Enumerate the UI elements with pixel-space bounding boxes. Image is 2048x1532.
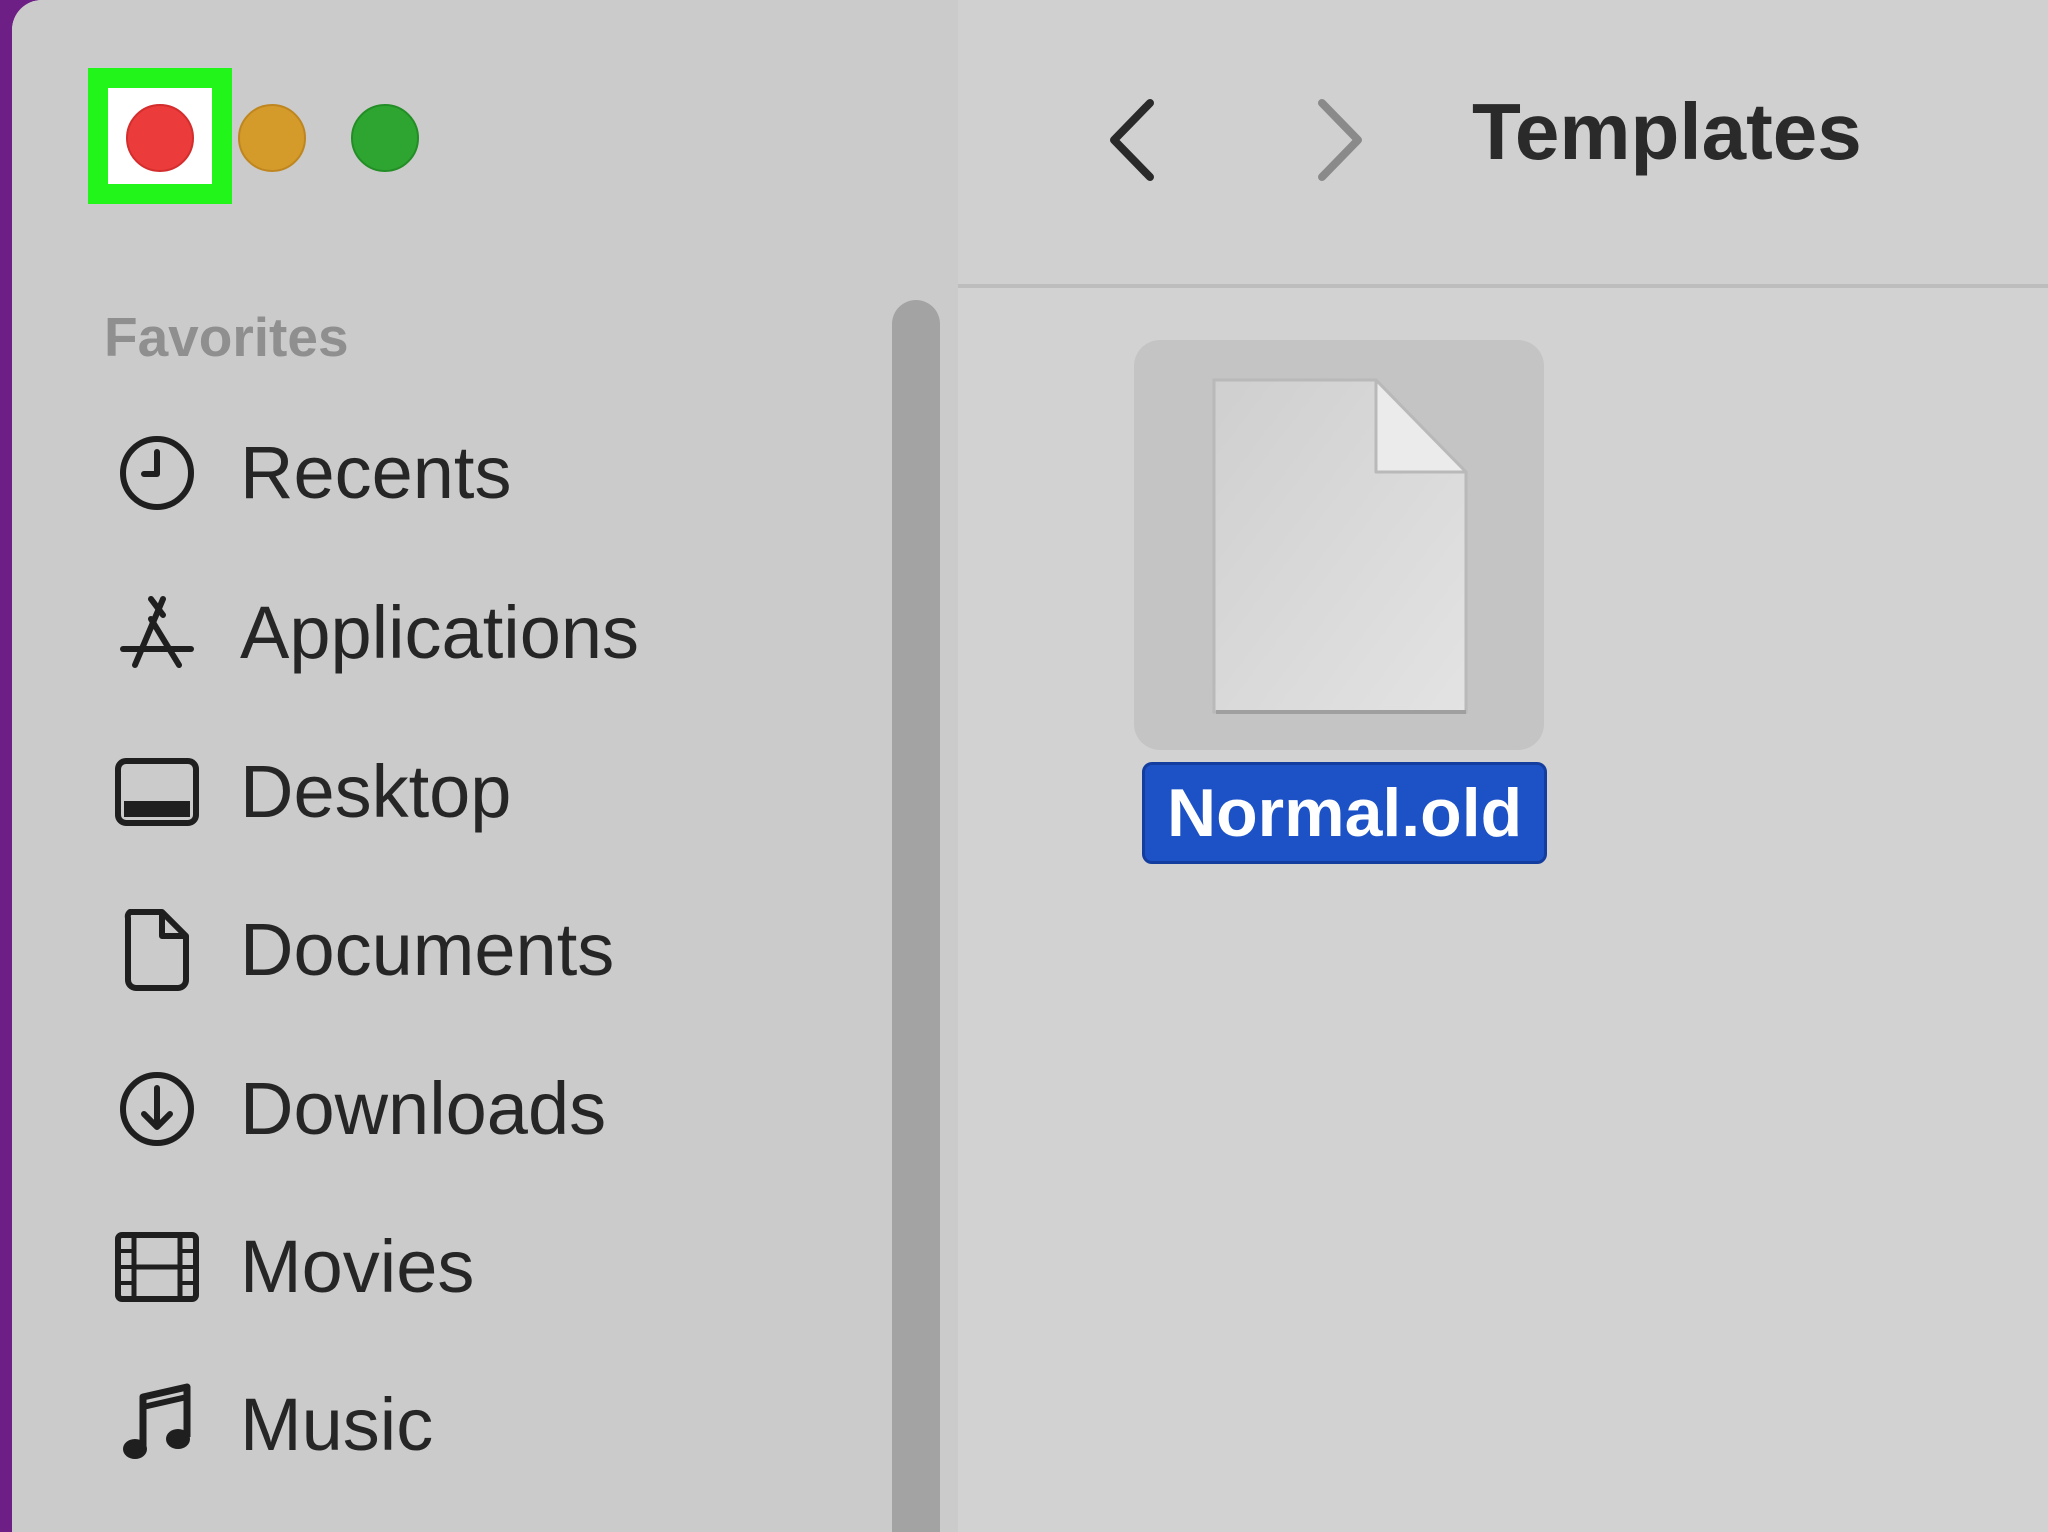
zoom-button[interactable] — [351, 104, 419, 172]
download-icon — [112, 1064, 202, 1154]
finder-window: Favorites Recents Applications Desktop D… — [12, 0, 2048, 1532]
desktop-icon — [112, 747, 202, 837]
music-note-icon — [112, 1380, 202, 1470]
sidebar-item-documents[interactable]: Documents — [112, 895, 872, 1005]
close-button[interactable] — [126, 104, 194, 172]
sidebar-item-label: Downloads — [240, 1067, 607, 1150]
window-title: Templates — [1472, 87, 1862, 176]
sidebar-item-movies[interactable]: Movies — [112, 1212, 872, 1322]
document-icon — [112, 905, 202, 995]
sidebar-item-label: Desktop — [240, 750, 512, 833]
back-button[interactable] — [1082, 90, 1182, 190]
forward-button[interactable] — [1290, 90, 1390, 190]
sidebar-item-label: Recents — [240, 431, 512, 514]
sidebar-item-downloads[interactable]: Downloads — [112, 1054, 872, 1164]
toolbar: Templates — [958, 0, 2048, 288]
sidebar-section-favorites: Favorites — [104, 306, 349, 368]
sidebar-item-label: Movies — [240, 1225, 475, 1308]
chevron-right-icon — [1318, 99, 1362, 181]
file-name-label[interactable]: Normal.old — [1142, 762, 1548, 864]
minimize-button[interactable] — [238, 104, 306, 172]
generic-document-icon — [1210, 376, 1472, 721]
sidebar-item-label: Documents — [240, 908, 615, 991]
sidebar-item-label: Music — [240, 1383, 434, 1466]
sidebar-item-applications[interactable]: Applications — [112, 578, 872, 688]
film-icon — [112, 1222, 202, 1312]
sidebar-item-recents[interactable]: Recents — [112, 418, 872, 528]
sidebar-scrollbar[interactable] — [892, 300, 940, 1532]
file-item[interactable]: Normal.old — [1134, 340, 1554, 864]
sidebar-item-desktop[interactable]: Desktop — [112, 737, 872, 847]
main-content: Templates Normal.old — [958, 0, 2048, 1532]
sidebar-item-label: Applications — [240, 591, 640, 674]
chevron-left-icon — [1110, 99, 1154, 181]
clock-icon — [112, 428, 202, 518]
sidebar-item-music[interactable]: Music — [112, 1370, 872, 1480]
applications-icon — [112, 588, 202, 678]
sidebar: Favorites Recents Applications Desktop D… — [12, 0, 958, 1532]
